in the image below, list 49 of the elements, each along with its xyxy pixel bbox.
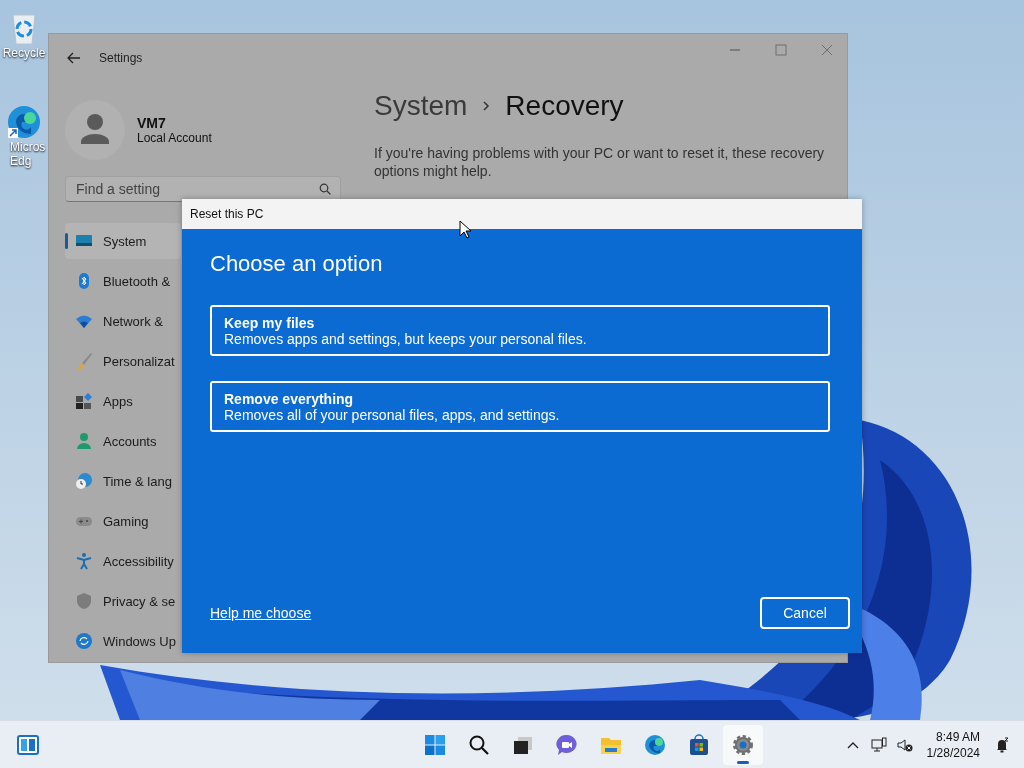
network-icon[interactable] [870, 736, 887, 753]
nav-item[interactable]: System [65, 223, 181, 259]
start-icon [423, 732, 448, 757]
shield-icon [75, 592, 93, 610]
option-button[interactable]: Remove everything Removes all of your personal files, apps, and settings. [210, 381, 830, 432]
account-type: Local Account [137, 131, 212, 145]
avatar-icon [65, 100, 125, 160]
globe-clock-icon [75, 472, 93, 490]
nav-item[interactable]: Accounts [65, 423, 181, 459]
edge-icon [6, 104, 42, 140]
user-name: VM7 [137, 115, 167, 131]
nav-item[interactable]: Time & lang [65, 463, 181, 499]
breadcrumb-item: Recovery [505, 90, 624, 122]
nav-item[interactable]: Network & [65, 303, 181, 339]
selection-indicator [65, 233, 68, 249]
gear-icon [731, 732, 756, 757]
volume-muted-icon[interactable] [896, 736, 913, 753]
widgets-icon[interactable] [16, 732, 40, 757]
sync-icon [75, 632, 93, 650]
dialog-heading: Choose an option [210, 251, 384, 277]
nav-item[interactable]: Privacy & se [65, 583, 181, 619]
search-field[interactable]: Find a setting [65, 176, 341, 202]
dialog-title: Reset this PC [190, 207, 264, 221]
nav-item[interactable]: Gaming [65, 503, 181, 539]
icon-label: Edg [9, 154, 32, 168]
accessibility-icon [75, 552, 93, 570]
nav-item[interactable]: Bluetooth & [65, 263, 181, 299]
search-icon [319, 183, 331, 195]
breadcrumb-item[interactable]: System [374, 90, 468, 122]
nav-item[interactable]: Personalizat [65, 343, 181, 379]
icon-label: Recycle [2, 46, 46, 60]
icon-label: Micros [9, 140, 46, 154]
clock[interactable]: 8:49 AM 1/28/2024 [926, 728, 980, 761]
description-text: If you're having problems with your PC or want to reset it, these recovery options might help. [374, 144, 826, 180]
nav-item[interactable]: Apps [65, 383, 181, 419]
help-link[interactable]: Help me choose [210, 605, 312, 621]
active-indicator [737, 760, 750, 764]
chat-icon [555, 732, 580, 757]
option-button[interactable]: Keep my files Removes apps and settings, but keeps your personal files. [210, 305, 830, 356]
window-title: Settings [99, 51, 143, 65]
brush-icon [75, 352, 93, 370]
nav-item[interactable]: Windows Up [65, 623, 181, 659]
back-icon[interactable] [67, 51, 81, 65]
edge-icon [643, 732, 668, 757]
apps-icon [75, 392, 93, 410]
chevron-right-icon [481, 100, 492, 112]
cancel-button[interactable]: Cancel [760, 597, 850, 629]
nav-item[interactable]: Accessibility [65, 543, 181, 579]
person-icon [75, 432, 93, 450]
